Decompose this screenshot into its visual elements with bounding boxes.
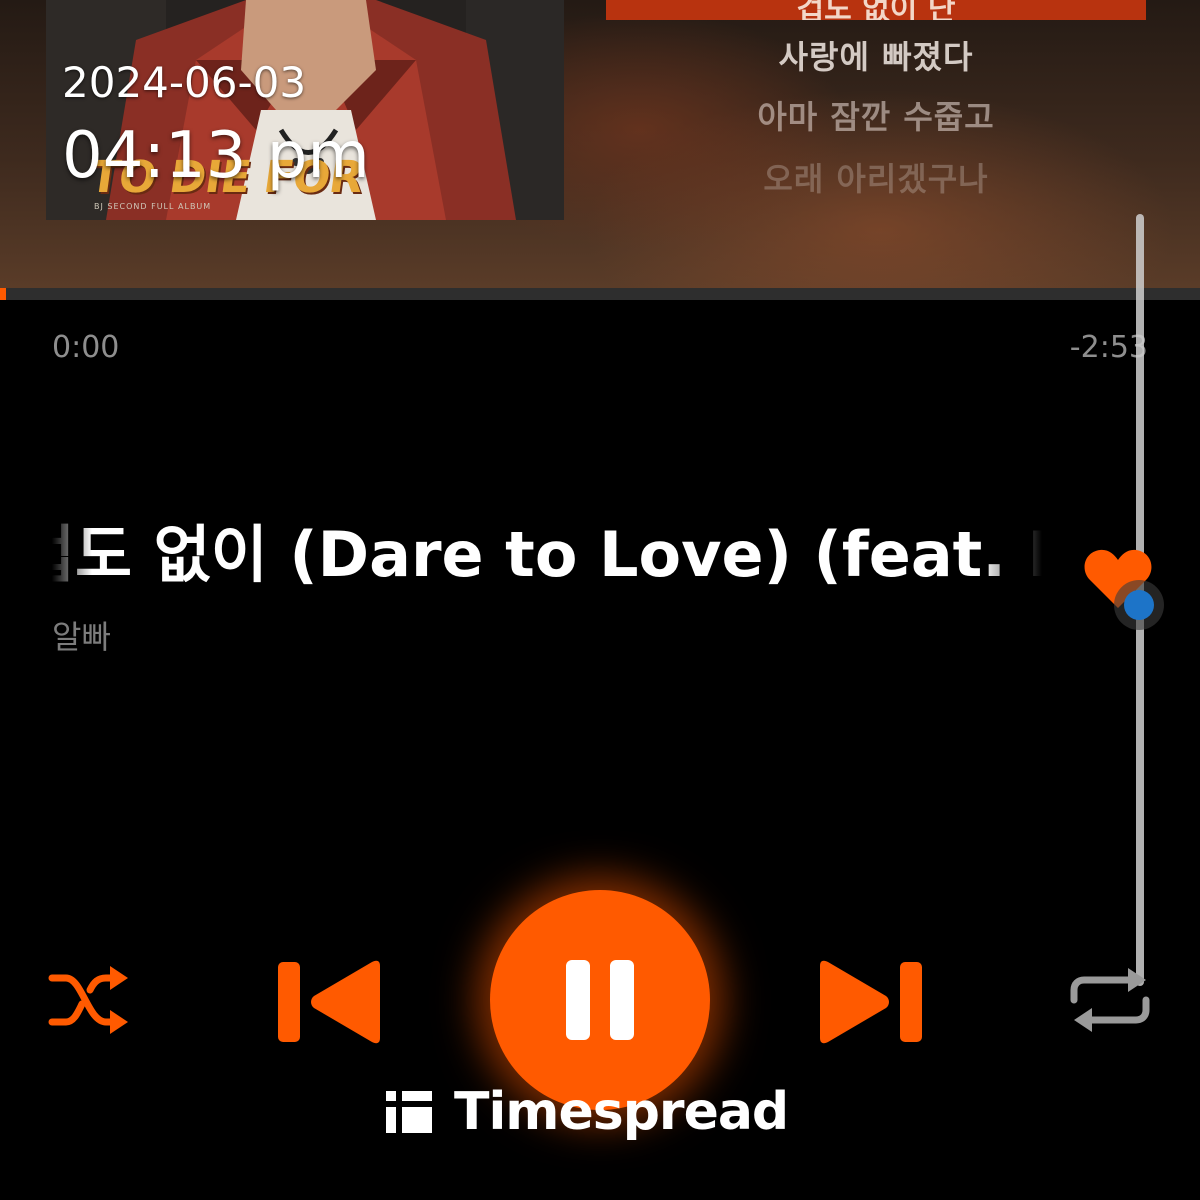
album-art-subtitle: BJ SECOND FULL ALBUM (94, 202, 212, 211)
lyric-line[interactable]: 아마 잠깐 수줍고 (606, 92, 1146, 138)
next-button[interactable] (816, 960, 924, 1044)
skip-previous-icon (278, 960, 380, 1044)
timespread-logo-icon (386, 1091, 432, 1133)
lyric-current-text: 겁도 없이 난 (796, 0, 956, 20)
track-title: 겁도 없이 (Dare to Love) (feat. BIG Naughty) (52, 518, 1042, 591)
watermark-text: Timespread (454, 1082, 789, 1142)
shuffle-icon (48, 974, 118, 1026)
shuffle-arrow-top (110, 966, 128, 990)
watermark: Timespread (384, 1082, 789, 1142)
track-title-marquee: 겁도 없이 (Dare to Love) (feat. BIG Naughty) (52, 496, 1042, 596)
repeat-button[interactable] (1066, 962, 1154, 1038)
lyric-current-line[interactable]: 겁도 없이 난 (606, 0, 1146, 20)
seek-bar-fill (0, 288, 6, 300)
repeat-arrow-bottom (1074, 1008, 1092, 1032)
artist-name[interactable]: 알빠 (52, 612, 111, 658)
scroll-thumb[interactable] (1124, 590, 1154, 620)
repeat-arrow-top (1128, 968, 1146, 992)
seek-bar[interactable] (0, 288, 1200, 300)
marquee-fade-left (52, 496, 92, 596)
overlay-date: 2024-06-03 (62, 58, 307, 107)
lyric-line[interactable]: 오래 아리겠구나 (606, 154, 1146, 200)
now-playing-header: TO DIE FOR BJ SECOND FULL ALBUM 2024-06-… (0, 0, 1200, 288)
lyric-line[interactable]: 사랑에 빠졌다 (606, 32, 1146, 78)
lyrics-panel[interactable]: 겁도 없이 난 사랑에 빠졌다 아마 잠깐 수줍고 오래 아리겠구나 (606, 0, 1146, 288)
shuffle-button[interactable] (48, 962, 130, 1038)
marquee-fade-right (982, 496, 1042, 596)
previous-button[interactable] (276, 960, 384, 1044)
pause-button[interactable] (490, 890, 710, 1110)
shuffle-arrow-bottom (110, 1010, 128, 1034)
pause-icon (566, 960, 634, 1040)
overlay-time: 04:13 pm (62, 119, 370, 193)
elapsed-time: 0:00 (52, 330, 120, 365)
skip-next-icon (820, 960, 922, 1044)
